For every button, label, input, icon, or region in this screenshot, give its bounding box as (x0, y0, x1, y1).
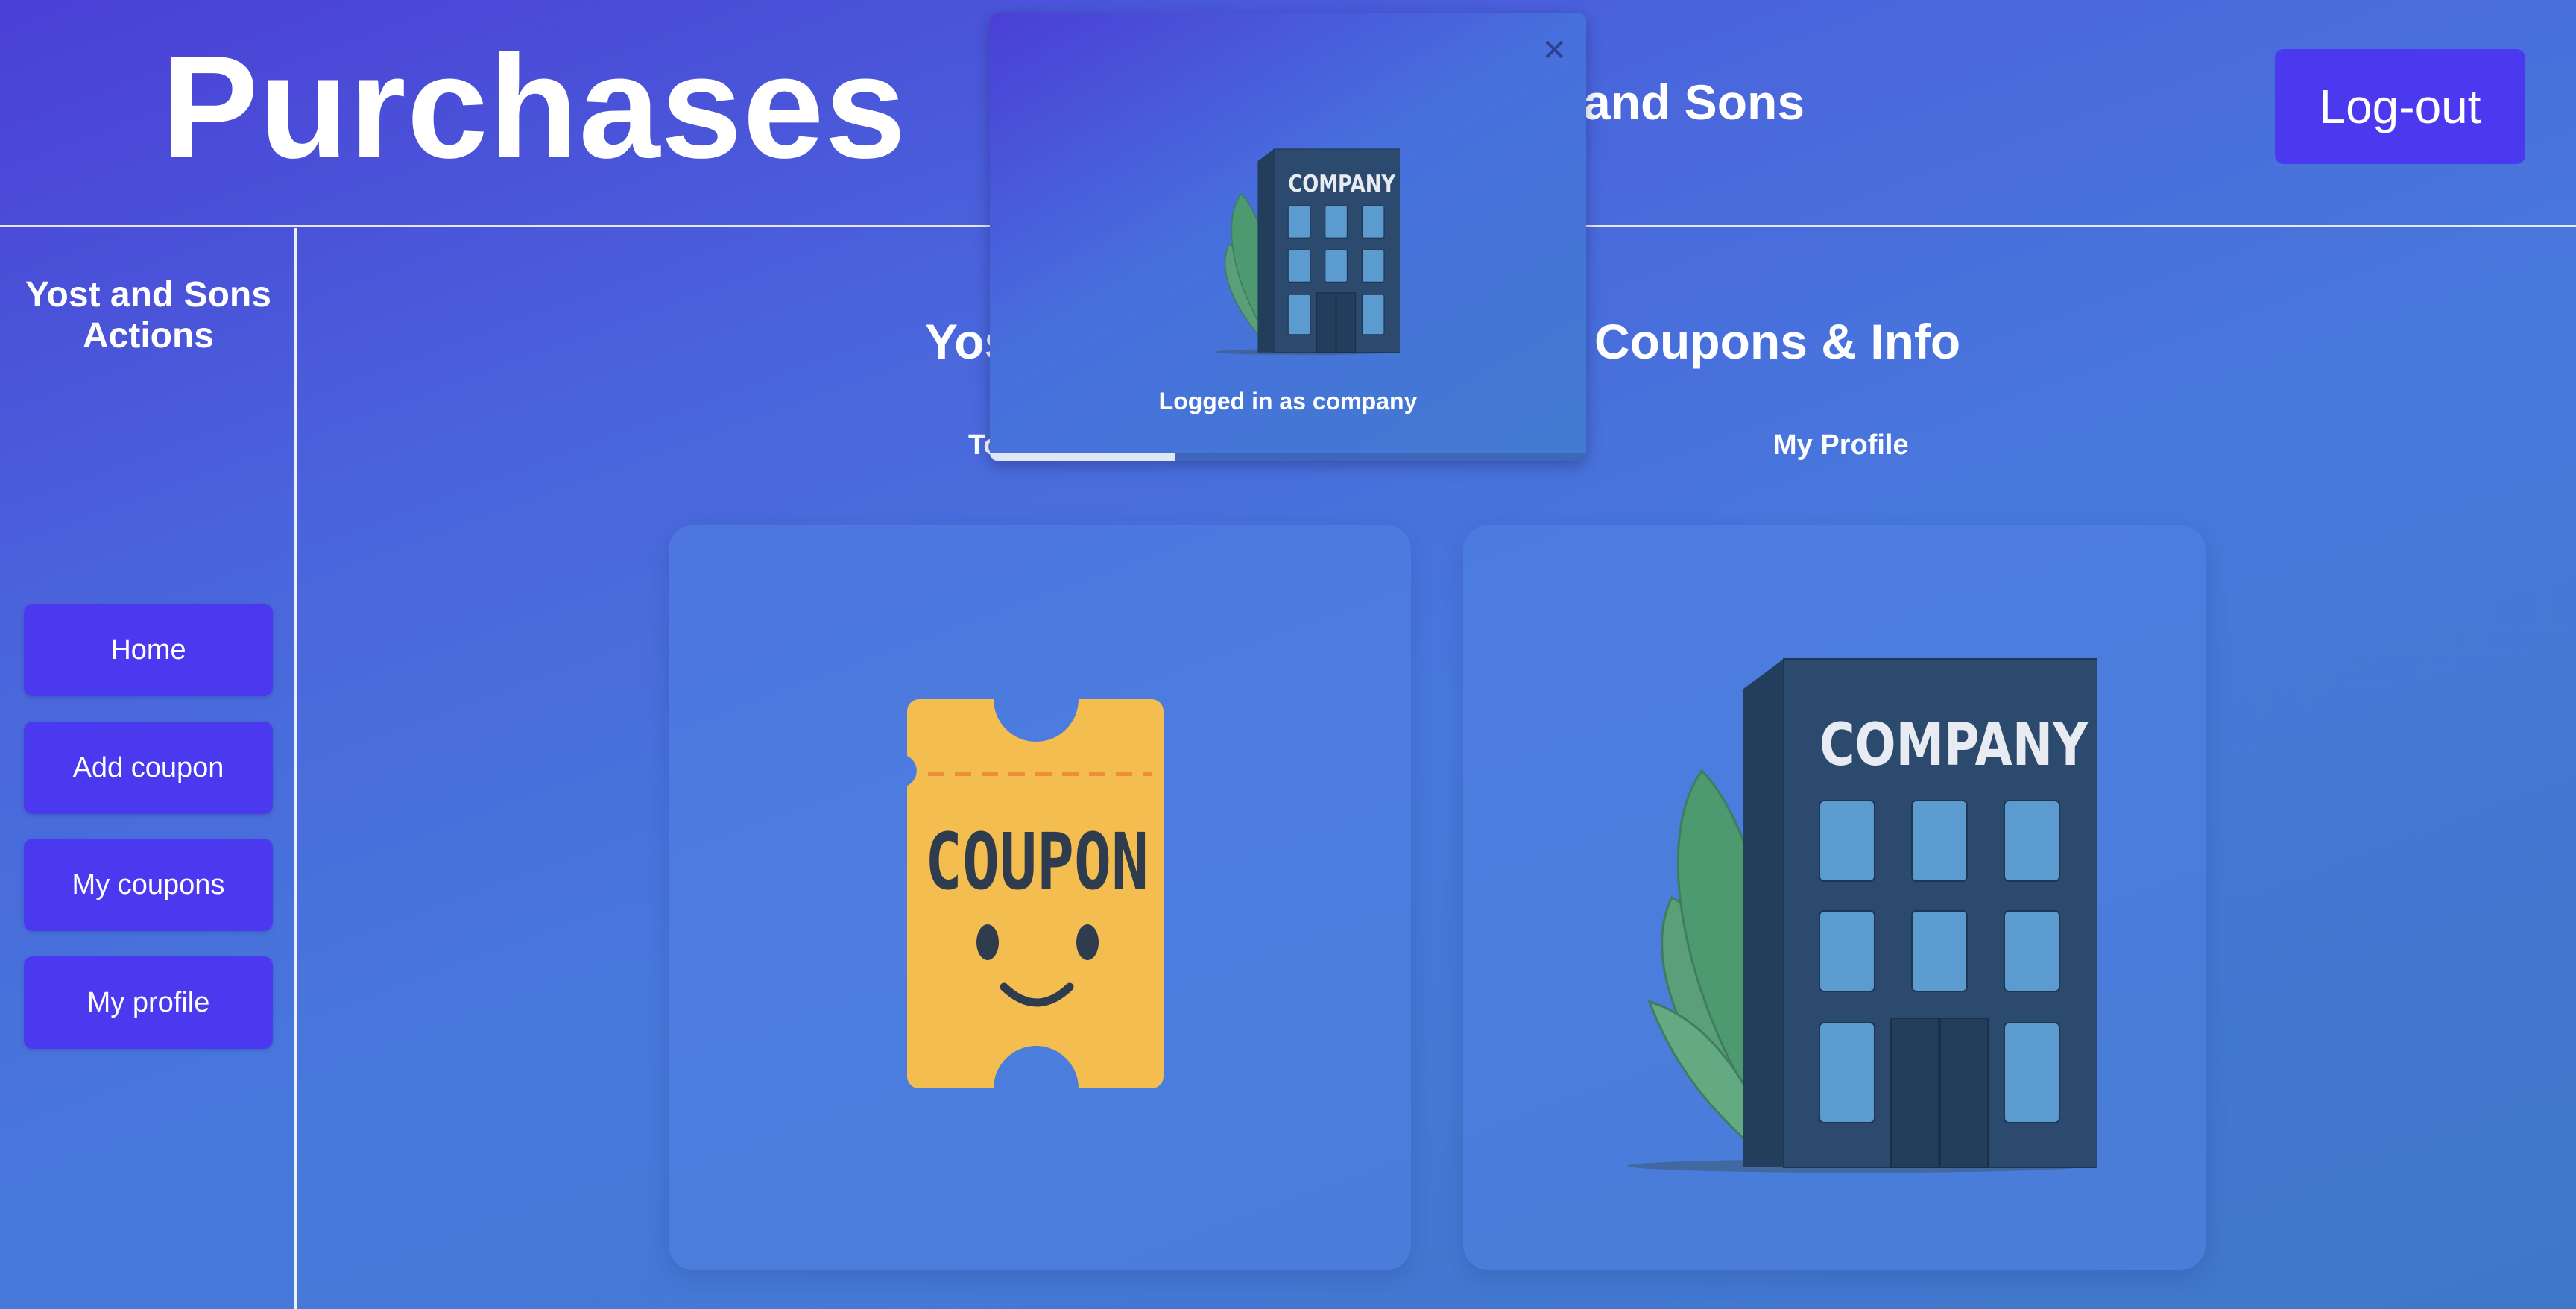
toast-icon-text: COMPANY (1288, 171, 1395, 198)
page-title: Purchases (161, 25, 907, 189)
sidebar-item-my-profile[interactable]: My profile (24, 956, 273, 1049)
close-icon[interactable]: ✕ (1541, 36, 1567, 66)
company-building-icon: COMPANY (1184, 125, 1400, 364)
section-title-right: Coupons & Info (1594, 314, 1961, 369)
coupon-ticket-icon: COUPON (906, 696, 1174, 1091)
sidebar: Yost and Sons Actions Home Add coupon My… (0, 228, 297, 1309)
coupon-icon-text: COUPON (925, 816, 1149, 907)
sidebar-item-add-coupon[interactable]: Add coupon (24, 722, 273, 814)
logout-button[interactable]: Log-out (2275, 49, 2525, 164)
card-label-profile: My Profile (1773, 429, 1909, 461)
sidebar-item-my-coupons[interactable]: My coupons (24, 839, 273, 931)
sidebar-item-home[interactable]: Home (24, 604, 273, 696)
toast-progress-bar (990, 453, 1175, 461)
company-building-icon: COMPANY (1560, 599, 2097, 1196)
company-name: and Sons (1583, 75, 1805, 130)
login-toast: ✕ COMPANY Logged in as company (990, 13, 1586, 461)
company-icon-text: COMPANY (1819, 712, 2089, 779)
toast-message: Logged in as company (1158, 388, 1418, 414)
coupons-card[interactable]: COUPON (669, 525, 1411, 1270)
profile-card[interactable]: COMPANY (1463, 525, 2206, 1270)
sidebar-title: Yost and Sons Actions (25, 275, 271, 356)
